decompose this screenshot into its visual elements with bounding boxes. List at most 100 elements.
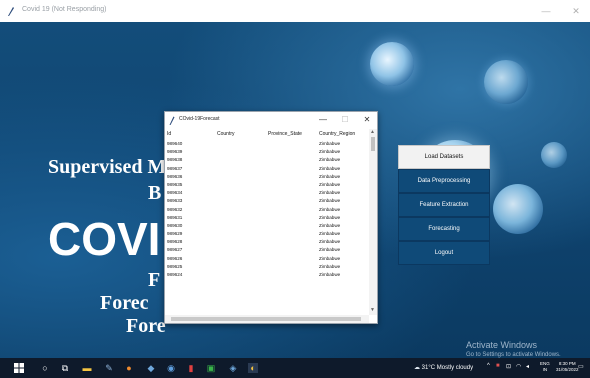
table-row[interactable]: 989635 Zimbabwe — [165, 181, 369, 189]
table-row[interactable]: 989625 Zimbabwe — [165, 263, 369, 271]
table-row[interactable]: 989626 Zimbabwe — [165, 255, 369, 263]
wifi-icon[interactable]: ◠ — [516, 363, 521, 370]
table-row[interactable]: 989633 Zimbabwe — [165, 197, 369, 205]
cell-country-region: Zimbabwe — [319, 239, 341, 245]
cell-country-region: Zimbabwe — [319, 247, 341, 253]
file-explorer-icon[interactable]: ▬ — [82, 363, 92, 373]
cell-id: 989630 — [167, 222, 183, 228]
data-table[interactable]: Id Country Province_State Country_Region… — [165, 129, 369, 315]
column-header-province-state[interactable]: Province_State — [268, 131, 302, 137]
cloud-icon: ☁ — [414, 365, 420, 371]
app-title: Covid 19 (Not Responding) — [22, 6, 107, 13]
clock-time: 8:30 PM — [558, 361, 576, 366]
column-header-country[interactable]: Country — [217, 131, 235, 137]
cell-country-region: Zimbabwe — [319, 157, 341, 163]
load-datasets-button[interactable]: Load Datasets — [398, 145, 490, 169]
virus-image — [370, 42, 414, 86]
chevron-up-icon[interactable]: ^ — [487, 363, 490, 369]
cell-country-region: Zimbabwe — [319, 214, 341, 220]
table-row[interactable]: 989631 Zimbabwe — [165, 214, 369, 222]
system-clock[interactable]: 8:30 PM 31/05/2022 — [556, 361, 579, 373]
table-row[interactable]: 989639 Zimbabwe — [165, 148, 369, 156]
notification-icon[interactable]: ▭ — [578, 363, 584, 370]
close-button[interactable]: ✕ — [566, 4, 586, 18]
horizontal-scrollbar[interactable] — [165, 315, 369, 323]
data-preprocessing-button[interactable]: Data Preprocessing — [398, 169, 490, 193]
maximize-button[interactable]: ☐ — [337, 114, 353, 126]
cell-id: 989624 — [167, 272, 183, 277]
table-row[interactable]: 989640 Zimbabwe — [165, 140, 369, 148]
scrollbar-thumb[interactable] — [371, 137, 375, 151]
app-icon[interactable]: ◆ — [146, 363, 156, 373]
search-icon[interactable]: ○ — [40, 363, 50, 373]
table-row[interactable]: 989638 Zimbabwe — [165, 156, 369, 164]
volume-icon[interactable]: ◂ — [526, 363, 529, 370]
cell-country-region: Zimbabwe — [319, 263, 341, 269]
table-row[interactable]: 989634 Zimbabwe — [165, 189, 369, 197]
app-icon[interactable]: ✎ — [104, 363, 114, 373]
table-row[interactable]: 989629 Zimbabwe — [165, 230, 369, 238]
cell-country-region: Zimbabwe — [319, 231, 341, 237]
watermark-title: Activate Windows — [466, 340, 538, 350]
scroll-down-icon[interactable]: ▼ — [370, 307, 375, 313]
language-indicator[interactable]: ENG IN — [540, 361, 550, 373]
column-header-country-region[interactable]: Country_Region — [319, 131, 355, 137]
activate-windows-watermark: Activate Windows Go to Settings to activ… — [466, 340, 561, 358]
virus-image — [484, 60, 528, 104]
table-row[interactable]: 989636 Zimbabwe — [165, 173, 369, 181]
cell-id: 989636 — [167, 173, 183, 179]
cell-id: 989629 — [167, 231, 183, 237]
tray-app-icon[interactable]: ■ — [496, 363, 500, 369]
network-icon[interactable]: ⊡ — [506, 363, 511, 370]
taskbar: ○ ⧉ ▬ ✎ ● ◆ ◉ ▮ ▣ ◈ ◐ ☁ 31°C Mostly clou… — [0, 358, 590, 378]
cell-country-region: Zimbabwe — [319, 181, 341, 187]
feature-extraction-button[interactable]: Feature Extraction — [398, 193, 490, 217]
table-row[interactable]: 989624 Zimbabwe — [165, 271, 369, 279]
heading-line: Forec — [100, 292, 149, 314]
table-row[interactable]: 989627 Zimbabwe — [165, 246, 369, 254]
cell-id: 989633 — [167, 198, 183, 204]
vertical-scrollbar[interactable]: ▲ ▼ — [369, 129, 377, 315]
browser-icon[interactable]: ● — [124, 363, 134, 373]
forecast-window: COvid-19Forecast — ☐ ✕ Id Country Provin… — [164, 111, 378, 324]
logout-button[interactable]: Logout — [398, 241, 490, 265]
language-code: ENG — [540, 361, 550, 366]
cell-country-region: Zimbabwe — [319, 141, 341, 146]
cell-country-region: Zimbabwe — [319, 222, 341, 228]
windows-start-icon[interactable] — [14, 363, 24, 373]
cell-country-region: Zimbabwe — [319, 190, 341, 196]
minimize-button[interactable]: — — [315, 114, 331, 126]
close-button[interactable]: ✕ — [359, 114, 375, 126]
clock-date: 31/05/2022 — [556, 367, 579, 372]
minimize-button[interactable]: — — [536, 4, 556, 18]
forecast-window-titlebar[interactable]: COvid-19Forecast — ☐ ✕ — [165, 112, 377, 128]
cell-id: 989637 — [167, 165, 183, 171]
app-icon[interactable]: ▮ — [186, 363, 196, 373]
weather-text: 31°C Mostly cloudy — [421, 365, 474, 371]
cell-country-region: Zimbabwe — [319, 173, 341, 179]
table-row[interactable]: 989632 Zimbabwe — [165, 206, 369, 214]
app-icon[interactable]: ◈ — [228, 363, 238, 373]
app-icon[interactable]: ▣ — [206, 363, 216, 373]
scroll-up-icon[interactable]: ▲ — [370, 129, 375, 135]
column-header-id[interactable]: Id — [167, 131, 171, 137]
table-row[interactable]: 989628 Zimbabwe — [165, 238, 369, 246]
table-row[interactable]: 989637 Zimbabwe — [165, 165, 369, 173]
table-body: 989640 Zimbabwe 989639 Zimbabwe 989638 Zimbab… — [165, 140, 369, 279]
scrollbar-thumb[interactable] — [171, 317, 361, 321]
cell-id: 989628 — [167, 239, 183, 245]
table-row[interactable]: 989630 Zimbabwe — [165, 222, 369, 230]
cell-id: 989625 — [167, 263, 183, 269]
app-titlebar: Covid 19 (Not Responding) — ✕ — [0, 0, 590, 23]
cell-country-region: Zimbabwe — [319, 272, 341, 277]
heading-line: Supervised M — [48, 156, 167, 178]
heading-line: Fore — [126, 315, 166, 337]
virus-image — [493, 184, 543, 234]
python-icon[interactable]: ◐ — [248, 363, 258, 373]
forecasting-button[interactable]: Forecasting — [398, 217, 490, 241]
heading-line: F — [148, 269, 161, 291]
feather-icon — [8, 7, 14, 16]
weather-widget[interactable]: ☁ 31°C Mostly cloudy — [414, 364, 473, 371]
app-icon[interactable]: ◉ — [166, 363, 176, 373]
task-view-icon[interactable]: ⧉ — [60, 363, 70, 373]
